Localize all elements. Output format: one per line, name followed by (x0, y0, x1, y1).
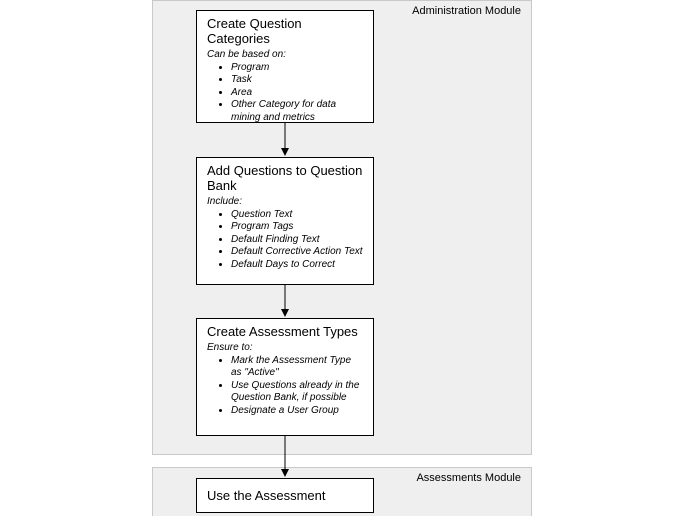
node-bullets: Question Text Program Tags Default Findi… (207, 209, 365, 272)
list-item: Question Text (231, 209, 365, 222)
list-item: Program (231, 62, 365, 75)
node-title: Use the Assessment (207, 489, 363, 504)
list-item: Default Days to Correct (231, 259, 365, 272)
node-caption: Ensure to: (207, 342, 365, 353)
list-item: Default Finding Text (231, 234, 365, 247)
node-create-question-categories: Create Question Categories Can be based … (196, 10, 374, 123)
panel-label-assessments: Assessments Module (416, 472, 521, 484)
node-bullets: Mark the Assessment Type as "Active" Use… (207, 355, 365, 418)
panel-label-administration: Administration Module (412, 5, 521, 17)
node-create-assessment-types: Create Assessment Types Ensure to: Mark … (196, 318, 374, 436)
list-item: Mark the Assessment Type as "Active" (231, 355, 365, 380)
node-caption: Include: (207, 196, 365, 207)
list-item: Use Questions already in the Question Ba… (231, 380, 365, 405)
node-title: Add Questions to Question Bank (207, 164, 365, 194)
node-add-questions-to-question-bank: Add Questions to Question Bank Include: … (196, 157, 374, 285)
list-item: Other Category for data mining and metri… (231, 99, 365, 124)
list-item: Designate a User Group (231, 405, 365, 418)
list-item: Area (231, 87, 365, 100)
node-use-the-assessment: Use the Assessment (196, 478, 374, 513)
node-title: Create Question Categories (207, 17, 365, 47)
node-bullets: Program Task Area Other Category for dat… (207, 62, 365, 125)
node-title: Create Assessment Types (207, 325, 365, 340)
list-item: Default Corrective Action Text (231, 246, 365, 259)
list-item: Task (231, 74, 365, 87)
flowchart-canvas: Administration Module Assessments Module… (0, 0, 688, 516)
list-item: Program Tags (231, 221, 365, 234)
node-caption: Can be based on: (207, 49, 365, 60)
